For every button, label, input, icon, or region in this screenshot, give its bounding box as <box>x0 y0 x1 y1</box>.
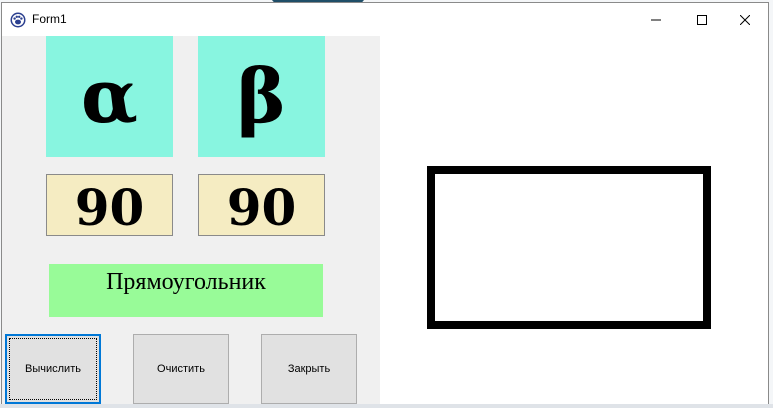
beta-angle-field[interactable]: 90 <box>198 174 325 237</box>
paw-icon <box>10 12 26 28</box>
maximize-icon <box>697 14 707 25</box>
title-bar[interactable]: Form1 <box>2 3 768 36</box>
maximize-button[interactable] <box>679 3 725 36</box>
beta-symbol-tile: β <box>198 36 325 157</box>
calculate-button[interactable]: Вычислить <box>5 334 101 404</box>
close-window-button[interactable] <box>722 3 768 36</box>
clear-button[interactable]: Очистить <box>133 334 229 404</box>
drawing-canvas <box>380 36 768 405</box>
app-window: Form1 α β 90 90 Прямоугольник Вычислить … <box>1 2 769 406</box>
rectangle-drawing <box>427 166 711 329</box>
shape-result-label: Прямоугольник <box>49 264 323 317</box>
close-button[interactable]: Закрыть <box>261 334 357 404</box>
form-client-area: α β 90 90 Прямоугольник Вычислить Очисти… <box>2 36 768 405</box>
alpha-symbol-tile: α <box>46 36 173 157</box>
alpha-angle-field[interactable]: 90 <box>46 174 173 237</box>
close-icon <box>740 14 750 25</box>
window-title: Form1 <box>32 12 67 26</box>
desktop-bottom-strip <box>0 404 773 408</box>
minimize-button[interactable] <box>633 3 679 36</box>
minimize-icon <box>651 19 661 20</box>
